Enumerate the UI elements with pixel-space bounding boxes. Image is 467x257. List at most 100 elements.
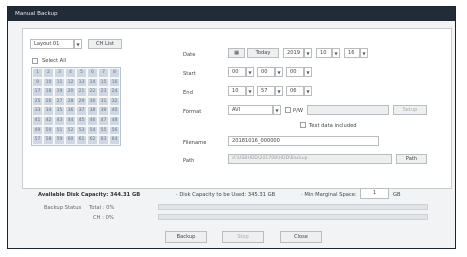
year-dropdown-arrow[interactable]: ▼ bbox=[304, 48, 312, 58]
channel-cell[interactable]: 50 bbox=[43, 125, 54, 136]
channel-cell[interactable]: 57 bbox=[32, 135, 43, 145]
stop-button[interactable]: Stop bbox=[222, 231, 264, 243]
channel-cell[interactable]: 55 bbox=[98, 125, 109, 136]
month-dropdown-arrow[interactable]: ▼ bbox=[332, 48, 340, 58]
channel-cell[interactable]: 46 bbox=[87, 115, 98, 126]
end-second-dropdown-arrow[interactable]: ▼ bbox=[304, 86, 312, 96]
start-minute-select[interactable]: 00 bbox=[257, 67, 275, 77]
channel-cell[interactable]: 15 bbox=[98, 77, 109, 88]
channel-cell[interactable]: 34 bbox=[43, 106, 54, 116]
channel-cell[interactable]: 23 bbox=[98, 87, 109, 97]
channel-cell[interactable]: 64 bbox=[109, 135, 120, 145]
channel-cell[interactable]: 42 bbox=[43, 115, 54, 126]
channel-cell[interactable]: 20 bbox=[65, 87, 76, 97]
format-select[interactable]: AVI bbox=[228, 105, 273, 115]
channel-cell[interactable]: 8 bbox=[109, 68, 120, 78]
end-second-select[interactable]: 06 bbox=[286, 86, 304, 96]
channel-cell[interactable]: 44 bbox=[65, 115, 76, 126]
channel-cell[interactable]: 52 bbox=[65, 125, 76, 136]
channel-cell[interactable]: 28 bbox=[65, 96, 76, 107]
channel-cell[interactable]: 40 bbox=[109, 106, 120, 116]
layout-select[interactable]: Layout 01 bbox=[30, 39, 74, 49]
format-dropdown-arrow[interactable]: ▼ bbox=[273, 105, 281, 115]
channel-cell[interactable]: 63 bbox=[98, 135, 109, 145]
start-hour-dropdown-arrow[interactable]: ▼ bbox=[246, 67, 254, 77]
channel-cell[interactable]: 13 bbox=[76, 77, 87, 88]
channel-cell[interactable]: 7 bbox=[98, 68, 109, 78]
channel-cell[interactable]: 58 bbox=[43, 135, 54, 145]
channel-cell[interactable]: 49 bbox=[32, 125, 43, 136]
channel-cell[interactable]: 35 bbox=[54, 106, 65, 116]
text-data-checkbox[interactable] bbox=[300, 122, 306, 128]
filename-field[interactable]: 20181016_000000 bbox=[228, 136, 379, 146]
channel-cell[interactable]: 47 bbox=[98, 115, 109, 126]
today-button[interactable]: Today bbox=[247, 48, 279, 58]
channel-cell[interactable]: 51 bbox=[54, 125, 65, 136]
marginal-space-field[interactable]: 1 bbox=[360, 188, 389, 199]
channel-cell[interactable]: 5 bbox=[76, 68, 87, 78]
channel-cell[interactable]: 45 bbox=[76, 115, 87, 126]
ch-list-button[interactable]: CH List bbox=[88, 39, 122, 49]
channel-cell[interactable]: 18 bbox=[43, 87, 54, 97]
channel-cell[interactable]: 26 bbox=[43, 96, 54, 107]
channel-cell[interactable]: 22 bbox=[87, 87, 98, 97]
start-second-select[interactable]: 00 bbox=[286, 67, 304, 77]
password-field[interactable] bbox=[307, 105, 389, 115]
end-minute-select[interactable]: 57 bbox=[257, 86, 275, 96]
layout-dropdown-arrow[interactable]: ▼ bbox=[74, 39, 82, 49]
channel-cell[interactable]: 38 bbox=[87, 106, 98, 116]
start-second-dropdown-arrow[interactable]: ▼ bbox=[304, 67, 312, 77]
start-minute-dropdown-arrow[interactable]: ▼ bbox=[275, 67, 283, 77]
start-hour-select[interactable]: 00 bbox=[228, 67, 246, 77]
channel-cell[interactable]: 1 bbox=[32, 68, 43, 78]
channel-cell[interactable]: 17 bbox=[32, 87, 43, 97]
end-minute-dropdown-arrow[interactable]: ▼ bbox=[275, 86, 283, 96]
close-button[interactable]: Close bbox=[280, 231, 322, 243]
password-setup-button[interactable]: Setup bbox=[393, 105, 427, 115]
day-select[interactable]: 16 bbox=[344, 48, 360, 58]
channel-cell[interactable]: 3 bbox=[54, 68, 65, 78]
end-hour-select[interactable]: 10 bbox=[228, 86, 246, 96]
channel-cell[interactable]: 33 bbox=[32, 106, 43, 116]
channel-cell[interactable]: 19 bbox=[54, 87, 65, 97]
channel-cell[interactable]: 59 bbox=[54, 135, 65, 145]
year-select[interactable]: 2019 bbox=[283, 48, 304, 58]
channel-cell[interactable]: 11 bbox=[54, 77, 65, 88]
channel-cell[interactable]: 37 bbox=[76, 106, 87, 116]
channel-cell[interactable]: 41 bbox=[32, 115, 43, 126]
channel-cell[interactable]: 9 bbox=[32, 77, 43, 88]
calendar-button[interactable]: ▦ bbox=[228, 48, 245, 58]
channel-cell[interactable]: 24 bbox=[109, 87, 120, 97]
channel-cell[interactable]: 36 bbox=[65, 106, 76, 116]
channel-cell[interactable]: 39 bbox=[98, 106, 109, 116]
channel-cell[interactable]: 61 bbox=[76, 135, 87, 145]
channel-cell[interactable]: 53 bbox=[76, 125, 87, 136]
month-select[interactable]: 10 bbox=[316, 48, 332, 58]
channel-cell[interactable]: 21 bbox=[76, 87, 87, 97]
channel-cell[interactable]: 32 bbox=[109, 96, 120, 107]
channel-cell[interactable]: 12 bbox=[65, 77, 76, 88]
channel-cell[interactable]: 54 bbox=[87, 125, 98, 136]
channel-cell[interactable]: 27 bbox=[54, 96, 65, 107]
channel-cell[interactable]: 29 bbox=[76, 96, 87, 107]
channel-cell[interactable]: 31 bbox=[98, 96, 109, 107]
channel-cell[interactable]: 6 bbox=[87, 68, 98, 78]
channel-cell[interactable]: 14 bbox=[87, 77, 98, 88]
channel-cell[interactable]: 16 bbox=[109, 77, 120, 88]
path-button[interactable]: Path bbox=[396, 154, 427, 164]
channel-cell[interactable]: 56 bbox=[109, 125, 120, 136]
channel-cell[interactable]: 48 bbox=[109, 115, 120, 126]
channel-cell[interactable]: 30 bbox=[87, 96, 98, 107]
channel-cell[interactable]: 2 bbox=[43, 68, 54, 78]
channel-cell[interactable]: 10 bbox=[43, 77, 54, 88]
day-dropdown-arrow[interactable]: ▼ bbox=[360, 48, 368, 58]
channel-cell[interactable]: 4 bbox=[65, 68, 76, 78]
channel-cell[interactable]: 60 bbox=[65, 135, 76, 145]
password-checkbox[interactable] bbox=[285, 107, 291, 113]
backup-button[interactable]: Backup bbox=[165, 231, 207, 243]
end-hour-dropdown-arrow[interactable]: ▼ bbox=[246, 86, 254, 96]
channel-cell[interactable]: 25 bbox=[32, 96, 43, 107]
select-all-checkbox[interactable] bbox=[32, 58, 38, 64]
channel-cell[interactable]: 43 bbox=[54, 115, 65, 126]
channel-cell[interactable]: 62 bbox=[87, 135, 98, 145]
